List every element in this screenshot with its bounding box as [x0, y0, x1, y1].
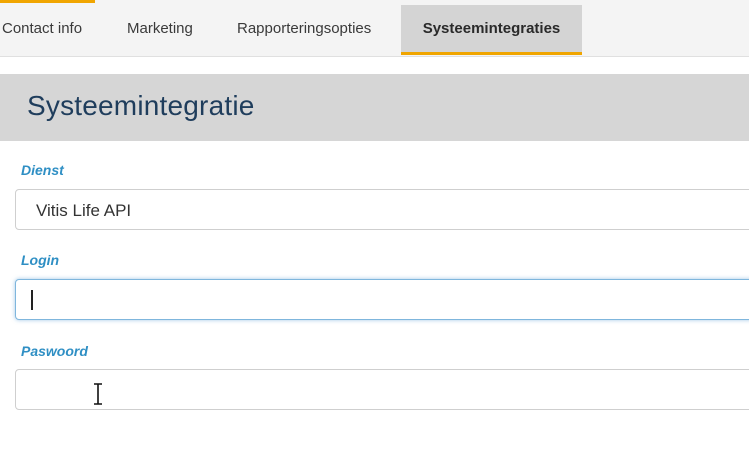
tab-rapporteringsopties[interactable]: Rapporteringsopties — [237, 0, 371, 56]
tab-systeemintegraties[interactable]: Systeemintegraties — [401, 5, 582, 55]
text-cursor-icon — [94, 383, 102, 405]
section-title: Systeemintegratie — [27, 90, 255, 121]
dienst-label: Dienst — [21, 162, 64, 178]
dienst-value: Vitis Life API — [36, 201, 132, 220]
section-header: Systeemintegratie — [0, 74, 749, 141]
login-field[interactable] — [15, 279, 749, 320]
paswoord-label: Paswoord — [21, 343, 88, 359]
tab-contact-info[interactable]: Contact info — [2, 0, 82, 56]
tab-bar: Contact info Marketing Rapporteringsopti… — [0, 0, 749, 57]
tab-marketing[interactable]: Marketing — [127, 0, 193, 56]
text-caret — [31, 290, 33, 310]
login-label: Login — [21, 252, 60, 268]
dienst-field[interactable]: Vitis Life API — [15, 189, 749, 230]
paswoord-field[interactable] — [15, 369, 749, 410]
